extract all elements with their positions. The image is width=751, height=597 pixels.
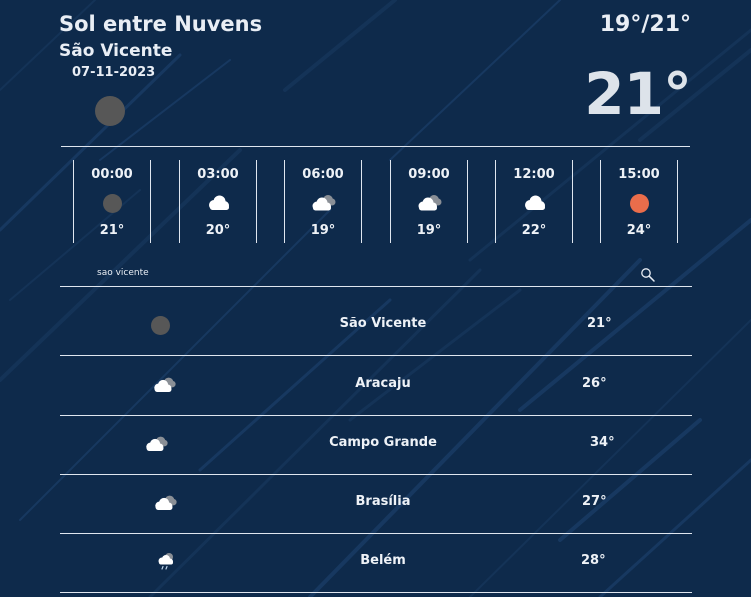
hour-time: 06:00 <box>302 167 344 182</box>
cloud-dark-icon <box>154 377 176 392</box>
hour-temp: 22° <box>521 223 547 238</box>
cloud-dark-icon <box>146 436 168 451</box>
city-temp: 26° <box>582 376 607 391</box>
hour-card: 15:00 24° <box>600 160 678 243</box>
moon-icon <box>150 315 170 335</box>
hour-time: 15:00 <box>618 167 660 182</box>
hour-temp: 19° <box>416 223 442 238</box>
hour-temp: 21° <box>99 223 125 238</box>
city-name: Belém <box>360 553 406 568</box>
city-name: São Vicente <box>339 316 427 331</box>
sun-icon <box>629 193 649 213</box>
current-date: 07-11-2023 <box>72 65 156 80</box>
hour-card: 00:00 21° <box>73 160 151 243</box>
min-max-temperature: 19°/21° <box>599 12 691 37</box>
hour-temp: 24° <box>626 223 652 238</box>
hour-time: 03:00 <box>197 167 239 182</box>
city-row[interactable]: São Vicente 21° <box>60 296 692 356</box>
hour-card: 09:00 19° <box>390 160 468 243</box>
cloud-dark-icon <box>418 195 442 211</box>
city-temp: 28° <box>581 553 606 568</box>
search-input[interactable] <box>97 268 617 278</box>
current-temperature: 21° <box>584 60 692 128</box>
cloud-icon <box>209 195 229 210</box>
hour-card: 06:00 19° <box>284 160 362 243</box>
divider <box>61 146 690 147</box>
city-name: Aracaju <box>355 376 411 391</box>
moon-icon <box>95 96 125 126</box>
current-city: São Vicente <box>59 41 173 61</box>
city-row[interactable]: Campo Grande 34° <box>60 415 692 475</box>
city-row[interactable]: Brasília 27° <box>60 474 692 534</box>
rain-icon <box>158 553 173 570</box>
moon-icon <box>102 193 122 213</box>
hour-time: 12:00 <box>513 167 555 182</box>
hour-time: 09:00 <box>408 167 450 182</box>
city-row[interactable]: Aracaju 26° <box>60 356 692 416</box>
search-icon[interactable] <box>640 267 656 283</box>
city-temp: 27° <box>582 494 607 509</box>
cloud-icon <box>525 195 545 210</box>
current-condition: Sol entre Nuvens <box>59 12 263 36</box>
cloud-dark-icon <box>312 195 336 211</box>
city-name: Brasília <box>355 494 411 509</box>
city-temp: 21° <box>587 316 612 331</box>
hour-temp: 19° <box>310 223 336 238</box>
search-bar <box>60 264 692 287</box>
hour-time: 00:00 <box>91 167 133 182</box>
hour-temp: 20° <box>205 223 231 238</box>
city-row[interactable]: Belém 28° <box>60 533 692 593</box>
weather-app: Sol entre Nuvens São Vicente 07-11-2023 … <box>0 0 751 597</box>
city-temp: 34° <box>590 435 615 450</box>
hour-card: 03:00 20° <box>179 160 257 243</box>
city-name: Campo Grande <box>329 435 437 450</box>
hour-card: 12:00 22° <box>495 160 573 243</box>
cloud-dark-icon <box>155 495 177 510</box>
